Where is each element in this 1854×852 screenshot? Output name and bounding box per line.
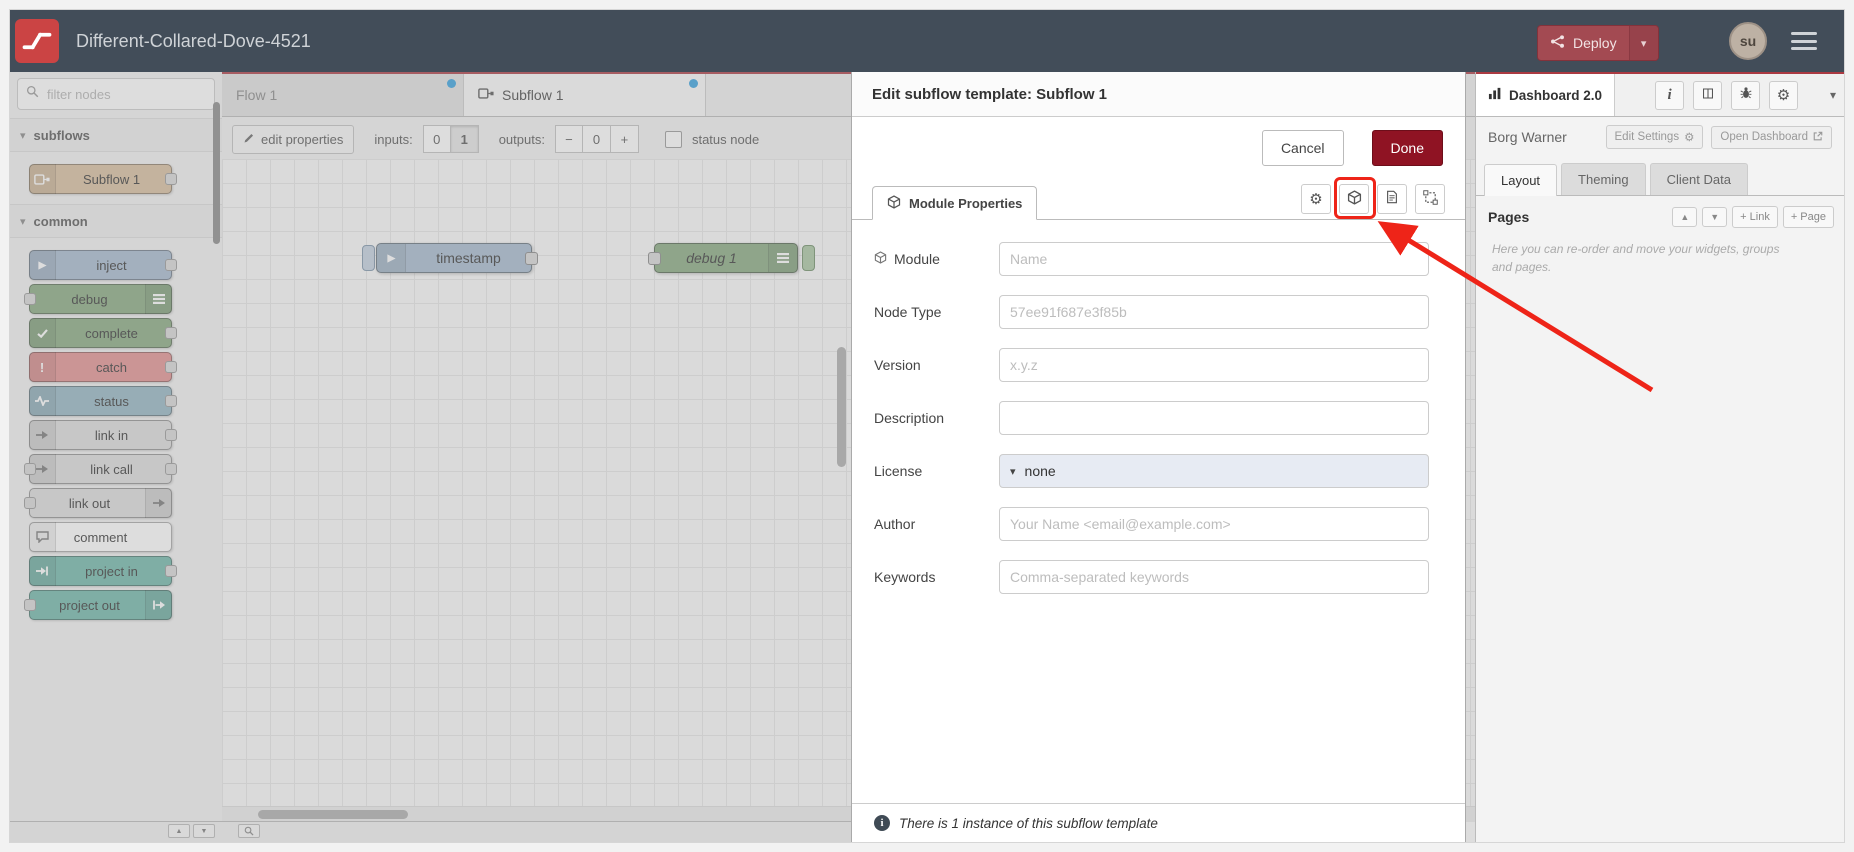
version-label: Version bbox=[874, 357, 921, 373]
document-icon bbox=[1385, 190, 1399, 208]
sidebar-tab-label: Dashboard 2.0 bbox=[1509, 87, 1603, 103]
properties-section-button[interactable]: ⚙ bbox=[1301, 184, 1331, 214]
add-page-button[interactable]: + Page bbox=[1782, 206, 1834, 228]
form-row-license: License ▾ none bbox=[874, 454, 1429, 488]
deploy-icon bbox=[1550, 34, 1565, 52]
dialog-actions: Cancel Done bbox=[852, 117, 1465, 179]
author-input[interactable] bbox=[999, 507, 1429, 541]
deploy-main: Deploy bbox=[1538, 34, 1629, 52]
caret-down-icon: ▾ bbox=[1010, 465, 1016, 478]
module-label: Module bbox=[874, 251, 999, 267]
project-title: Different-Collared-Dove-4521 bbox=[76, 31, 311, 51]
node-type-input[interactable] bbox=[999, 295, 1429, 329]
keywords-label: Keywords bbox=[874, 569, 936, 585]
bar-chart-icon bbox=[1488, 87, 1502, 103]
info-button[interactable]: i bbox=[1655, 80, 1685, 110]
description-label: Description bbox=[874, 410, 945, 426]
info-icon: i bbox=[874, 815, 890, 831]
deploy-label: Deploy bbox=[1573, 35, 1617, 51]
nodered-logo-icon bbox=[15, 19, 59, 63]
author-label: Author bbox=[874, 516, 916, 532]
license-label: License bbox=[874, 463, 923, 479]
sidebar-menu-caret-button[interactable]: ▾ bbox=[1830, 88, 1836, 102]
keywords-input[interactable] bbox=[999, 560, 1429, 594]
info-icon: i bbox=[1667, 86, 1672, 103]
user-avatar[interactable]: su bbox=[1729, 22, 1767, 60]
edit-settings-label: Edit Settings bbox=[1614, 131, 1680, 143]
external-link-icon bbox=[1813, 131, 1823, 144]
module-properties-form: Module Node Type Version Description Lic… bbox=[852, 220, 1465, 594]
deploy-button[interactable]: Deploy ▾ bbox=[1537, 25, 1659, 61]
annotation-highlight-box bbox=[1334, 177, 1376, 219]
dialog-title: Edit subflow template: Subflow 1 bbox=[852, 72, 1465, 117]
dialog-tab-label: Module Properties bbox=[909, 195, 1023, 211]
bug-icon bbox=[1739, 86, 1753, 104]
instance-note: There is 1 instance of this subflow temp… bbox=[899, 815, 1158, 831]
gear-icon: ⚙ bbox=[1776, 87, 1791, 104]
pages-title: Pages bbox=[1488, 209, 1530, 225]
header-bar: Different-Collared-Dove-4521 Deploy ▾ su bbox=[10, 10, 1844, 72]
nodered-app: Different-Collared-Dove-4521 Deploy ▾ su… bbox=[10, 10, 1844, 842]
description-section-button[interactable] bbox=[1377, 184, 1407, 214]
sidebar-tabbar: Dashboard 2.0 i ⚙ ▾ bbox=[1476, 72, 1844, 117]
tab-client-data[interactable]: Client Data bbox=[1649, 163, 1748, 195]
object-frame-icon bbox=[1422, 189, 1438, 209]
caret-down-icon: ▾ bbox=[1640, 37, 1647, 50]
docs-button[interactable] bbox=[1693, 80, 1723, 110]
done-button[interactable]: Done bbox=[1371, 130, 1443, 166]
tab-dashboard-2[interactable]: Dashboard 2.0 bbox=[1476, 74, 1616, 116]
module-input[interactable] bbox=[999, 242, 1429, 276]
gear-icon: ⚙ bbox=[1684, 132, 1695, 144]
add-link-button[interactable]: + Link bbox=[1732, 206, 1778, 228]
config-nodes-button[interactable]: ⚙ bbox=[1769, 80, 1799, 110]
tab-module-properties[interactable]: Module Properties bbox=[872, 186, 1038, 220]
license-value: none bbox=[1024, 463, 1056, 479]
form-row-node-type: Node Type bbox=[874, 295, 1429, 329]
move-down-button[interactable]: ▼ bbox=[1702, 207, 1728, 227]
edit-settings-button[interactable]: Edit Settings ⚙ bbox=[1605, 125, 1704, 149]
open-dashboard-label: Open Dashboard bbox=[1720, 131, 1808, 143]
form-row-version: Version bbox=[874, 348, 1429, 382]
move-up-button[interactable]: ▲ bbox=[1672, 207, 1698, 227]
deploy-options-button[interactable]: ▾ bbox=[1628, 26, 1658, 60]
form-row-description: Description bbox=[874, 401, 1429, 435]
pages-hint-text: Here you can re-order and move your widg… bbox=[1492, 242, 1780, 274]
form-row-author: Author bbox=[874, 507, 1429, 541]
node-type-label: Node Type bbox=[874, 304, 942, 320]
appearance-section-button[interactable] bbox=[1415, 184, 1445, 214]
main-menu-button[interactable] bbox=[1791, 32, 1817, 50]
form-row-keywords: Keywords bbox=[874, 560, 1429, 594]
description-input[interactable] bbox=[999, 401, 1429, 435]
dashboard-project-name: Borg Warner bbox=[1488, 129, 1567, 145]
cancel-button[interactable]: Cancel bbox=[1261, 130, 1344, 166]
open-dashboard-button[interactable]: Open Dashboard bbox=[1711, 125, 1832, 149]
version-input[interactable] bbox=[999, 348, 1429, 382]
license-select[interactable]: ▾ none bbox=[999, 454, 1429, 488]
cube-icon bbox=[874, 251, 887, 267]
tab-theming[interactable]: Theming bbox=[1561, 163, 1646, 195]
dashboard-header-row: Borg Warner Edit Settings ⚙ Open Dashboa… bbox=[1476, 117, 1844, 157]
dashboard-subtabs: Layout Theming Client Data bbox=[1476, 157, 1844, 196]
dialog-footer: i There is 1 instance of this subflow te… bbox=[852, 803, 1465, 842]
form-row-module: Module bbox=[874, 242, 1429, 276]
tab-layout[interactable]: Layout bbox=[1484, 164, 1558, 196]
gear-icon: ⚙ bbox=[1309, 191, 1323, 208]
pages-header-row: Pages ▲ ▼ + Link + Page bbox=[1476, 196, 1844, 234]
book-icon bbox=[1701, 87, 1715, 104]
right-sidebar: Dashboard 2.0 i ⚙ ▾ Borg Warner Edit Set… bbox=[1475, 72, 1844, 842]
cube-icon bbox=[887, 194, 901, 212]
debug-messages-button[interactable] bbox=[1731, 80, 1761, 110]
